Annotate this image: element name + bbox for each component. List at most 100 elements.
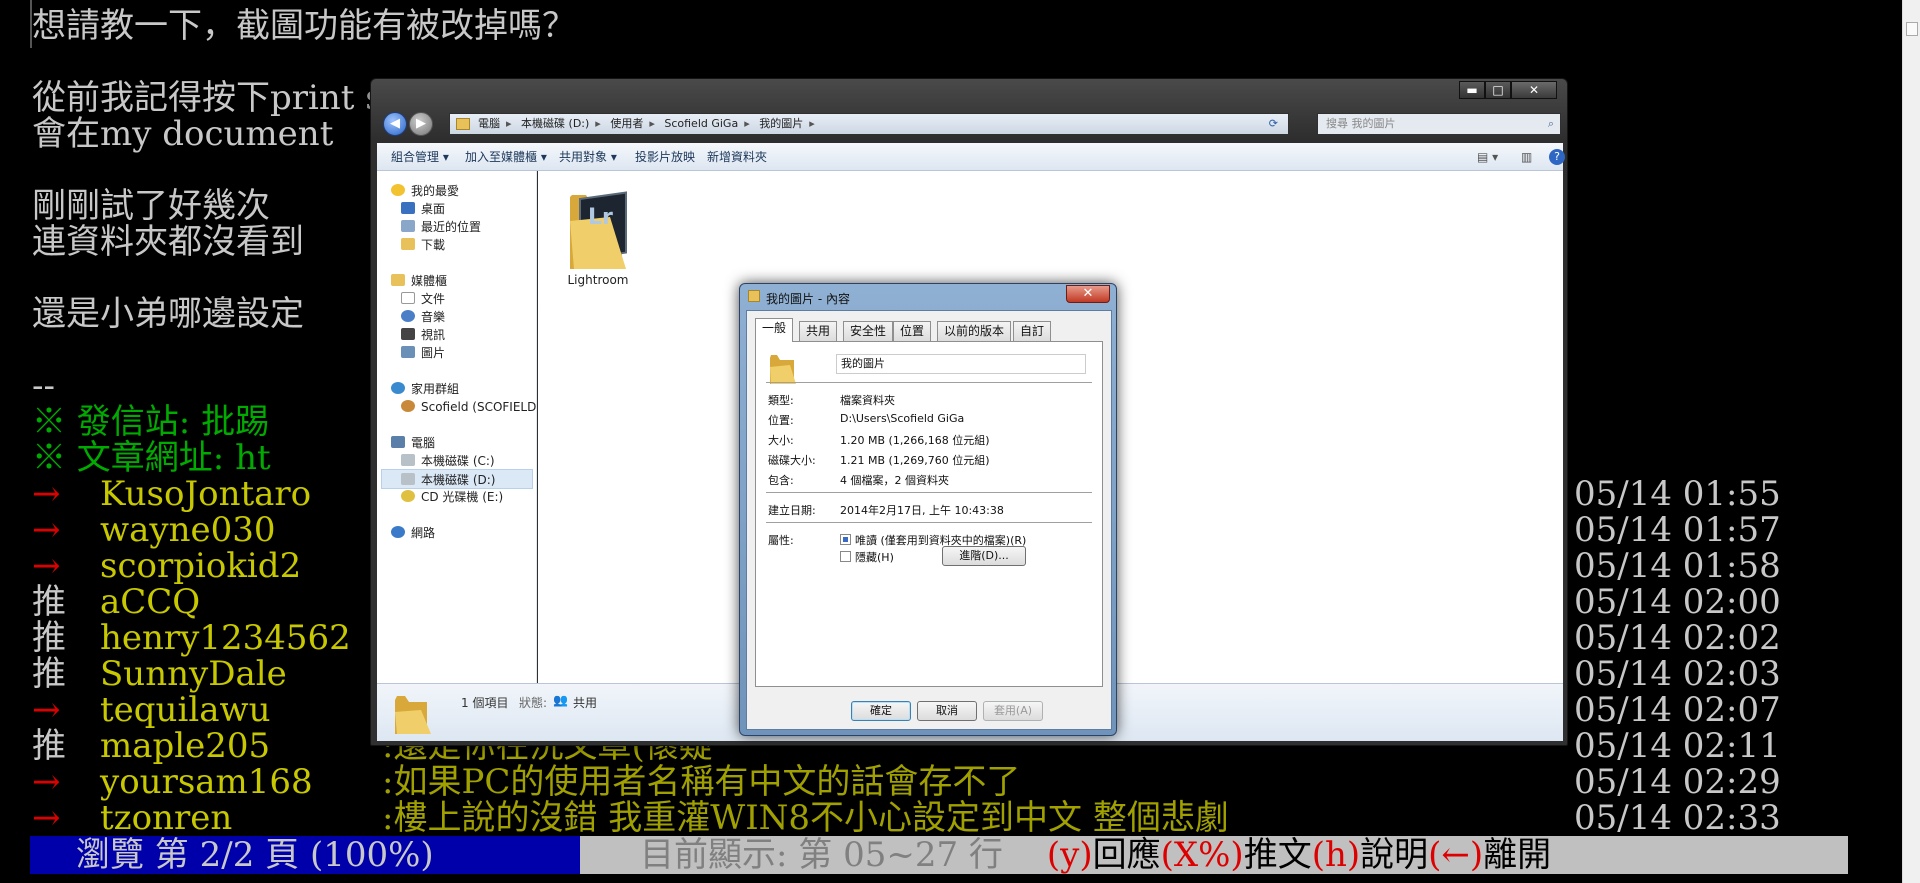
- user-icon: [401, 400, 415, 412]
- nav-homegroup-user[interactable]: Scofield (SCOFIELD: [401, 397, 536, 417]
- nav-cd-drive[interactable]: CD 光碟機 (E:): [401, 487, 503, 507]
- push-tag: →: [32, 510, 61, 550]
- share-state: 共用: [573, 696, 598, 710]
- breadcrumb-drive-d[interactable]: 本機磁碟 (D:): [521, 117, 589, 130]
- recent-places-icon: [401, 220, 415, 232]
- push-user: scorpiokid2: [100, 546, 302, 586]
- push-user: tzonren: [100, 798, 233, 838]
- breadcrumb-user[interactable]: Scofield GiGa: [664, 117, 738, 130]
- search-input[interactable]: 搜尋 我的圖片 ⌕: [1317, 113, 1561, 135]
- tab-location[interactable]: 位置: [893, 321, 932, 341]
- push-row: → tzonren:樓上說的沒錯 我重灌WIN8不小心設定到中文 整個悲劇 05/1…: [32, 800, 1912, 836]
- push-tag: 推: [32, 654, 66, 694]
- nav-music[interactable]: 音樂: [401, 307, 445, 327]
- help-icon[interactable]: ?: [1549, 149, 1565, 165]
- apply-button[interactable]: 套用(A): [983, 701, 1043, 721]
- nav-network[interactable]: 網路: [391, 523, 435, 543]
- separator: [766, 382, 1092, 383]
- navigation-pane: 我的最愛 桌面 最近的位置 下載 媒體櫃 文件 音樂 視訊 圖片 家用群組 Sc…: [377, 171, 537, 683]
- computer-icon: [391, 436, 405, 448]
- push-time: 05/14 02:07: [1574, 690, 1781, 730]
- size-label: 大小:: [768, 434, 794, 447]
- video-icon: [401, 328, 415, 340]
- folder-name[interactable]: Lightroom: [548, 273, 648, 287]
- minimize-button[interactable]: ▬: [1459, 81, 1485, 99]
- close-button[interactable]: ✕: [1511, 81, 1557, 99]
- key-push[interactable]: (X%): [1161, 835, 1244, 875]
- hidden-checkbox[interactable]: 隱藏(H): [840, 549, 894, 565]
- article-line: 剛剛試了好幾次: [32, 186, 270, 226]
- checkbox-indeterminate-icon: [840, 534, 851, 545]
- document-icon: [401, 292, 415, 304]
- folder-name-field[interactable]: 我的圖片: [836, 354, 1086, 374]
- ok-button[interactable]: 確定: [851, 701, 911, 721]
- push-user: KusoJontaro: [100, 474, 312, 514]
- include-in-library-menu[interactable]: 加入至媒體櫃 ▾: [465, 143, 547, 171]
- article-line: 會在my document: [32, 114, 334, 154]
- key-reply[interactable]: (y): [1047, 835, 1093, 875]
- push-text: :如果PC的使用者名稱有中文的話會存不了: [382, 762, 1021, 802]
- key-exit[interactable]: (←): [1428, 835, 1483, 875]
- refresh-icon[interactable]: ⟳: [1269, 114, 1278, 134]
- back-button[interactable]: ◀: [383, 112, 407, 136]
- cancel-button[interactable]: 取消: [917, 701, 977, 721]
- view-options-icon[interactable]: ▤ ▾: [1477, 143, 1498, 171]
- new-folder-button[interactable]: 新增資料夾: [707, 143, 767, 171]
- size-on-disk-label: 磁碟大小:: [768, 454, 816, 467]
- drive-icon: [401, 473, 415, 485]
- origin-line: ※ 發信站: 批踢: [32, 402, 270, 442]
- push-time: 05/14 02:29: [1574, 762, 1781, 802]
- nav-recent[interactable]: 最近的位置: [401, 217, 481, 237]
- tab-general[interactable]: 一般: [755, 318, 794, 342]
- general-tab-pane: 我的圖片 類型: 檔案資料夾 位置: D:\Users\Scofield GiG…: [755, 341, 1103, 687]
- article-line: 想請教一下，截圖功能有被改掉嗎？: [32, 6, 576, 46]
- nav-computer[interactable]: 電腦: [391, 433, 435, 453]
- nav-pictures[interactable]: 圖片: [401, 343, 445, 363]
- tab-customize[interactable]: 自訂: [1013, 321, 1052, 341]
- breadcrumb-users[interactable]: 使用者: [610, 117, 643, 130]
- article-line: 還是小弟哪邊設定: [32, 294, 304, 334]
- push-tag: 推: [32, 582, 66, 622]
- forward-button[interactable]: ▶: [409, 112, 433, 136]
- maximize-button[interactable]: □: [1485, 81, 1511, 99]
- nav-libraries[interactable]: 媒體櫃: [391, 271, 447, 291]
- window-scrollbar[interactable]: [1902, 0, 1920, 883]
- contains-value: 4 個檔案，2 個資料夾: [840, 474, 949, 487]
- push-user: yoursam168: [100, 762, 313, 802]
- nav-documents[interactable]: 文件: [401, 289, 445, 309]
- nav-videos[interactable]: 視訊: [401, 325, 445, 345]
- nav-favorites[interactable]: 我的最愛: [391, 181, 459, 201]
- push-user: SunnyDale: [100, 654, 287, 694]
- push-user: tequilawu: [100, 690, 271, 730]
- nav-downloads[interactable]: 下載: [401, 235, 445, 255]
- dialog-close-button[interactable]: ✕: [1066, 285, 1110, 303]
- location-value: D:\Users\Scofield GiGa: [840, 412, 965, 425]
- folder-icon: [456, 118, 470, 130]
- search-icon[interactable]: ⌕: [1548, 114, 1554, 134]
- share-icon: 👥: [553, 693, 568, 707]
- nav-drive-d[interactable]: 本機磁碟 (D:): [381, 469, 533, 489]
- slideshow-button[interactable]: 投影片放映: [635, 143, 695, 171]
- tab-sharing[interactable]: 共用: [799, 321, 838, 341]
- key-help[interactable]: (h): [1312, 835, 1360, 875]
- breadcrumb-pictures[interactable]: 我的圖片: [759, 117, 803, 130]
- address-bar[interactable]: 電腦 ▸ 本機磁碟 (D:) ▸ 使用者 ▸ Scofield GiGa ▸ 我的圖片 ▸…: [449, 113, 1289, 135]
- advanced-button[interactable]: 進階(D)...: [942, 546, 1026, 566]
- nav-drive-c[interactable]: 本機磁碟 (C:): [401, 451, 495, 471]
- preview-pane-icon[interactable]: ▥: [1521, 143, 1532, 171]
- lightroom-folder-icon[interactable]: Lr: [566, 177, 630, 273]
- tab-previous-versions[interactable]: 以前的版本: [937, 321, 1012, 341]
- breadcrumb-computer[interactable]: 電腦: [478, 117, 500, 130]
- push-time: 05/14 01:55: [1574, 474, 1781, 514]
- contains-label: 包含:: [768, 474, 794, 487]
- share-with-menu[interactable]: 共用對象 ▾: [559, 143, 617, 171]
- nav-desktop[interactable]: 桌面: [401, 199, 445, 219]
- nav-homegroup[interactable]: 家用群組: [391, 379, 459, 399]
- scroll-thumb[interactable]: [1906, 22, 1918, 36]
- tab-security[interactable]: 安全性: [843, 321, 894, 341]
- star-icon: [391, 184, 405, 196]
- push-user: aCCQ: [100, 582, 201, 622]
- url-line: ※ 文章網址: ht: [32, 438, 271, 478]
- location-label: 位置:: [768, 414, 794, 427]
- organize-menu[interactable]: 組合管理 ▾: [391, 143, 449, 171]
